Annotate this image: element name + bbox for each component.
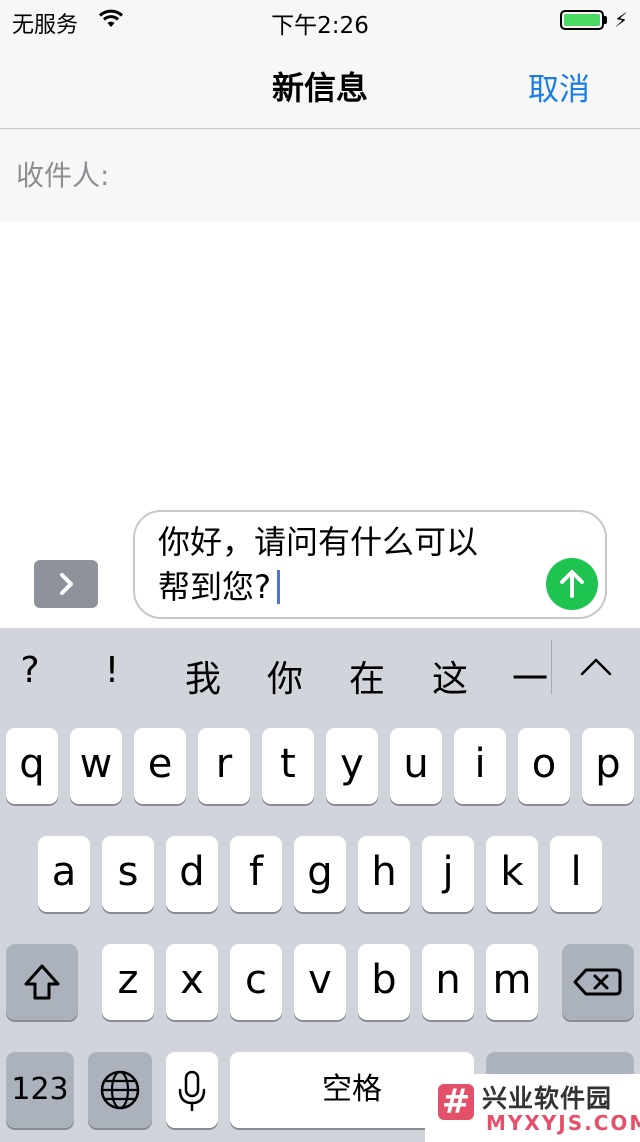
- expand-apps-button[interactable]: [34, 560, 98, 608]
- key-o[interactable]: o: [518, 728, 570, 804]
- clock: 下午2:26: [271, 13, 369, 39]
- text-cursor: [277, 570, 280, 604]
- charging-icon: ⚡: [614, 8, 629, 32]
- battery-icon: [560, 10, 604, 30]
- candidate-item[interactable]: 你: [255, 650, 315, 702]
- shift-icon: [24, 964, 60, 1000]
- watermark-logo: #: [438, 1084, 474, 1120]
- shift-key[interactable]: [6, 944, 78, 1020]
- key-m[interactable]: m: [486, 944, 538, 1020]
- key-c[interactable]: c: [230, 944, 282, 1020]
- key-x[interactable]: x: [166, 944, 218, 1020]
- microphone-icon: [178, 1070, 206, 1112]
- key-a[interactable]: a: [38, 836, 90, 912]
- key-d[interactable]: d: [166, 836, 218, 912]
- message-line-1: 你好，请问有什么可以: [158, 523, 479, 561]
- recipient-label: 收件人:: [16, 159, 110, 192]
- candidate-divider: [551, 640, 552, 694]
- chevron-up-icon[interactable]: [576, 652, 616, 686]
- battery-cap: [604, 16, 607, 24]
- key-v[interactable]: v: [294, 944, 346, 1020]
- candidate-item[interactable]: 在: [337, 650, 397, 702]
- globe-key[interactable]: [88, 1052, 152, 1128]
- key-f[interactable]: f: [230, 836, 282, 912]
- key-q[interactable]: q: [6, 728, 58, 804]
- key-u[interactable]: u: [390, 728, 442, 804]
- candidate-item[interactable]: !: [82, 650, 142, 691]
- key-g[interactable]: g: [294, 836, 346, 912]
- key-w[interactable]: w: [70, 728, 122, 804]
- arrow-up-icon: [560, 570, 584, 598]
- send-button[interactable]: [546, 558, 598, 610]
- key-t[interactable]: t: [262, 728, 314, 804]
- key-e[interactable]: e: [134, 728, 186, 804]
- chevron-right-icon: [60, 573, 73, 595]
- key-h[interactable]: h: [358, 836, 410, 912]
- key-r[interactable]: r: [198, 728, 250, 804]
- numbers-key[interactable]: 123: [6, 1052, 74, 1128]
- watermark-title: 兴业软件园: [482, 1084, 613, 1113]
- message-text[interactable]: 你好，请问有什么可以 帮到您?: [158, 520, 538, 610]
- message-line-2: 帮到您?: [158, 568, 271, 606]
- key-b[interactable]: b: [358, 944, 410, 1020]
- candidate-item[interactable]: ?: [0, 650, 60, 691]
- microphone-key[interactable]: [166, 1052, 218, 1128]
- key-p[interactable]: p: [582, 728, 634, 804]
- key-y[interactable]: y: [326, 728, 378, 804]
- backspace-icon: [573, 968, 622, 996]
- delete-key[interactable]: [562, 944, 634, 1020]
- candidate-item[interactable]: 这: [420, 650, 480, 702]
- watermark-subtitle: MYXYJS.COM: [486, 1111, 640, 1135]
- key-i[interactable]: i: [454, 728, 506, 804]
- key-k[interactable]: k: [486, 836, 538, 912]
- cancel-button[interactable]: 取消: [528, 64, 590, 109]
- key-l[interactable]: l: [550, 836, 602, 912]
- key-s[interactable]: s: [102, 836, 154, 912]
- globe-icon: [100, 1070, 140, 1110]
- candidate-item[interactable]: 我: [173, 650, 233, 702]
- key-j[interactable]: j: [422, 836, 474, 912]
- key-z[interactable]: z: [102, 944, 154, 1020]
- key-n[interactable]: n: [422, 944, 474, 1020]
